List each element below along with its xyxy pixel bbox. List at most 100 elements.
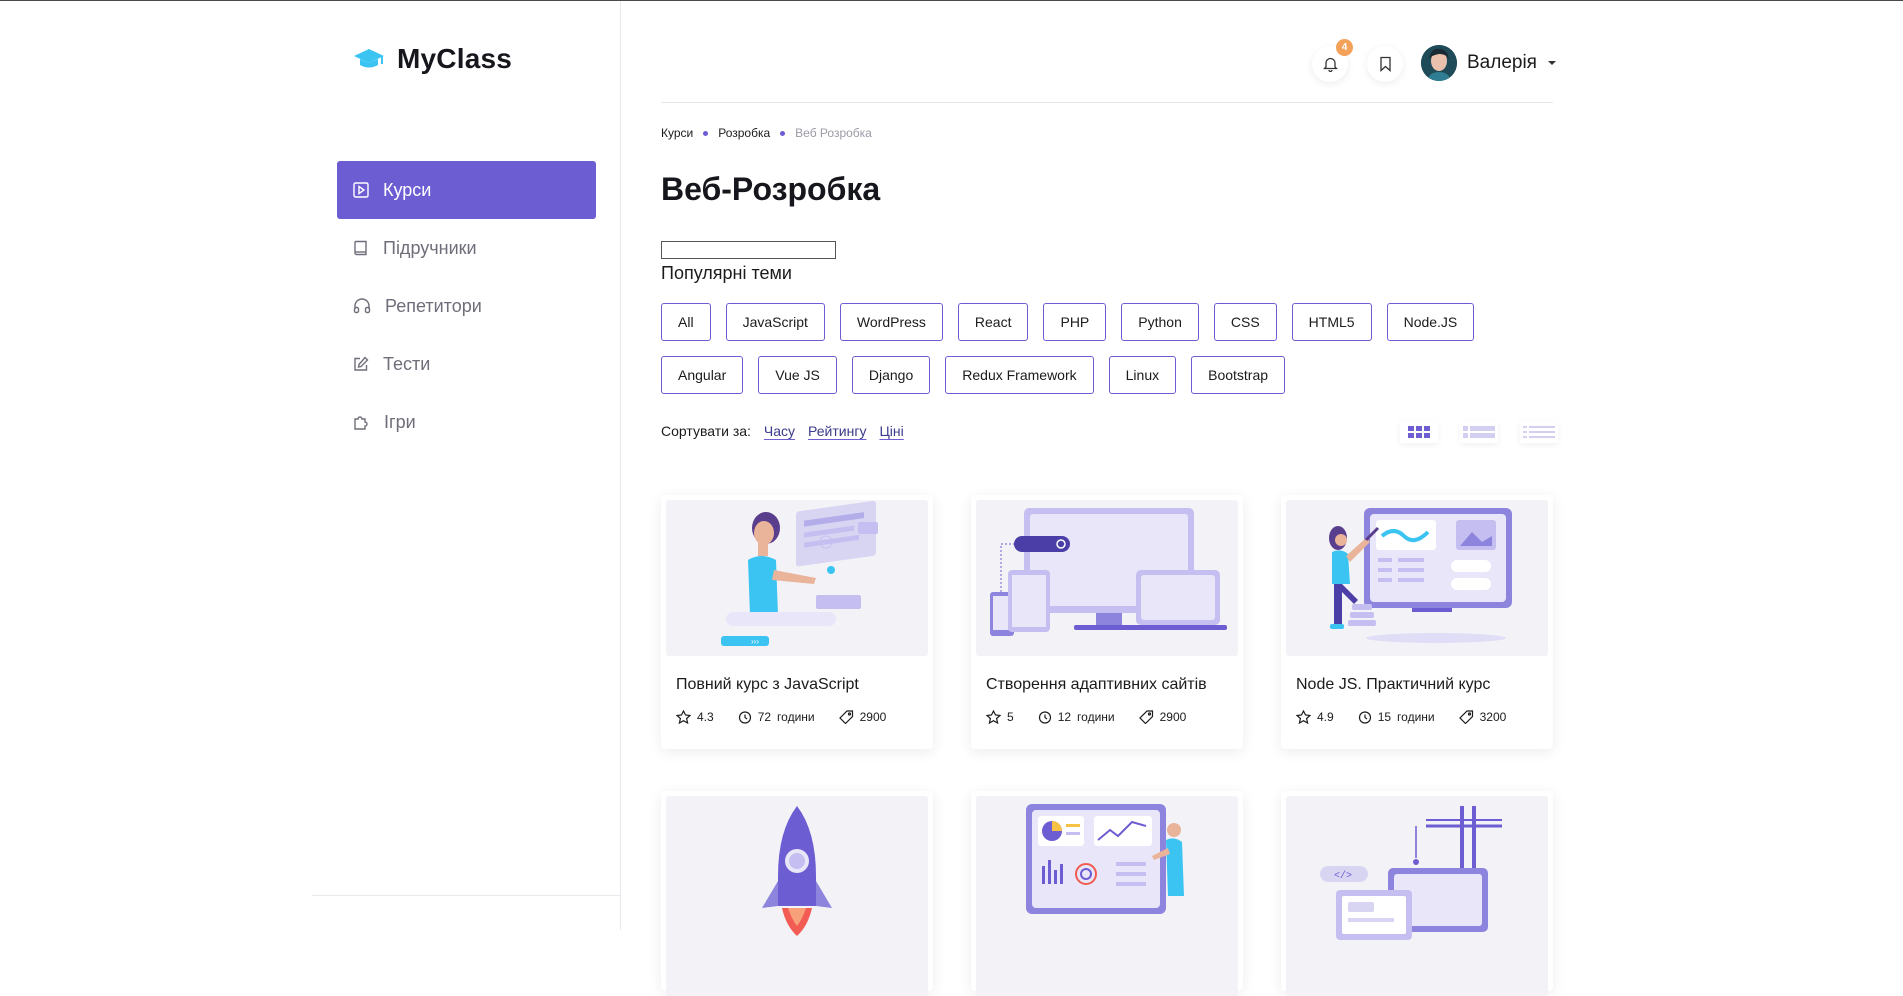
course-hours-label: години bbox=[1397, 710, 1435, 724]
sort-by-time[interactable]: Часу bbox=[764, 423, 795, 439]
course-meta: 4.9 15 години 3200 bbox=[1296, 710, 1553, 724]
topic-tags: All JavaScript WordPress React PHP Pytho… bbox=[661, 303, 1561, 409]
tag-html5[interactable]: HTML5 bbox=[1291, 303, 1372, 341]
course-card[interactable] bbox=[971, 791, 1243, 996]
svg-text:›››: ››› bbox=[751, 637, 759, 646]
tag-redux[interactable]: Redux Framework bbox=[945, 356, 1094, 394]
timer-icon bbox=[1358, 711, 1371, 724]
course-hours-label: години bbox=[777, 710, 815, 724]
tag-angular[interactable]: Angular bbox=[661, 356, 744, 394]
breadcrumb-development[interactable]: Розробка bbox=[718, 126, 770, 140]
course-card[interactable] bbox=[661, 791, 933, 996]
tag-vuejs[interactable]: Vue JS bbox=[758, 356, 837, 394]
list-view-button[interactable] bbox=[1460, 421, 1498, 443]
breadcrumb-separator bbox=[703, 130, 709, 136]
sidebar-item-label: Репетитори bbox=[385, 295, 482, 316]
top-header: 4 Валерія bbox=[661, 1, 1556, 103]
tag-wordpress[interactable]: WordPress bbox=[839, 303, 943, 341]
sidebar-item-label: Підручники bbox=[383, 237, 477, 258]
course-rating: 4.9 bbox=[1317, 710, 1334, 724]
timer-icon bbox=[1038, 711, 1051, 724]
sidebar-item-textbooks[interactable]: Підручники bbox=[337, 219, 596, 277]
svg-text:</>: </> bbox=[1334, 870, 1352, 882]
grid-view-button[interactable] bbox=[1400, 421, 1438, 443]
popular-topics-title: Популярні теми bbox=[661, 263, 792, 283]
sort-label: Сортувати за: bbox=[661, 423, 751, 439]
bookmarks-button[interactable] bbox=[1367, 46, 1403, 82]
course-rating: 5 bbox=[1007, 710, 1014, 724]
course-illustration: ››› bbox=[666, 500, 928, 656]
course-meta: 5 12 години 2900 bbox=[986, 710, 1243, 724]
tag-bootstrap[interactable]: Bootstrap bbox=[1191, 356, 1286, 394]
star-icon bbox=[676, 710, 691, 724]
sidebar-divider bbox=[312, 895, 621, 896]
bookmark-icon bbox=[1379, 56, 1391, 72]
user-menu[interactable]: Валерія bbox=[1421, 45, 1557, 81]
course-price: 2900 bbox=[859, 710, 887, 724]
course-illustration bbox=[976, 796, 1238, 996]
course-title: Node JS. Практичний курс bbox=[1296, 676, 1491, 693]
course-illustration: </> bbox=[1286, 796, 1548, 996]
tag-python[interactable]: Python bbox=[1121, 303, 1199, 341]
course-card[interactable]: ››› Повний курс з JavaScript 4.3 72 годи… bbox=[661, 495, 933, 749]
course-card[interactable]: </> bbox=[1281, 791, 1553, 996]
sort-by-rating[interactable]: Рейтингу bbox=[808, 423, 866, 439]
price-tag-icon bbox=[1458, 710, 1473, 724]
star-icon bbox=[986, 710, 1001, 724]
page-title: Веб-Розробка bbox=[661, 171, 881, 207]
sidebar: MyClass Курси Підручники Репетитори Тест… bbox=[0, 1, 621, 930]
compact-list-view-button[interactable] bbox=[1520, 421, 1558, 443]
star-icon bbox=[1296, 710, 1311, 724]
tag-linux[interactable]: Linux bbox=[1108, 356, 1177, 394]
breadcrumb: Курси Розробка Веб Розробка bbox=[661, 126, 872, 140]
course-title: Повний курс з JavaScript bbox=[676, 676, 859, 693]
course-meta: 4.3 72 години 2900 bbox=[676, 710, 933, 724]
tag-javascript[interactable]: JavaScript bbox=[725, 303, 825, 341]
avatar bbox=[1421, 45, 1457, 81]
book-icon bbox=[354, 240, 367, 256]
course-illustration bbox=[976, 500, 1238, 656]
puzzle-icon bbox=[354, 416, 368, 430]
list-icon bbox=[1463, 426, 1495, 438]
chevron-down-icon bbox=[1547, 61, 1556, 65]
sort-by-price[interactable]: Ціні bbox=[879, 423, 903, 439]
course-title: Створення адаптивних сайтів bbox=[986, 676, 1207, 693]
breadcrumb-current: Веб Розробка bbox=[795, 126, 872, 140]
sidebar-item-tests[interactable]: Тести bbox=[337, 335, 596, 393]
headphones-icon bbox=[353, 298, 371, 314]
sidebar-item-label: Ігри bbox=[384, 411, 416, 432]
sidebar-item-games[interactable]: Ігри bbox=[337, 393, 596, 451]
course-card[interactable]: Створення адаптивних сайтів 5 12 години … bbox=[971, 495, 1243, 749]
logo[interactable]: MyClass bbox=[353, 43, 512, 75]
sidebar-item-tutors[interactable]: Репетитори bbox=[337, 277, 596, 335]
grid-icon bbox=[1408, 426, 1430, 438]
sidebar-item-courses[interactable]: Курси bbox=[337, 161, 596, 219]
edit-icon bbox=[354, 356, 369, 371]
notifications-badge: 4 bbox=[1336, 39, 1353, 56]
play-square-icon bbox=[353, 182, 369, 198]
search-input[interactable] bbox=[661, 241, 836, 259]
price-tag-icon bbox=[838, 710, 853, 724]
tag-django[interactable]: Django bbox=[851, 356, 931, 394]
view-toggle bbox=[1400, 421, 1558, 443]
tag-php[interactable]: PHP bbox=[1043, 303, 1107, 341]
tag-react[interactable]: React bbox=[957, 303, 1029, 341]
course-illustration bbox=[1286, 500, 1548, 656]
course-illustration bbox=[666, 796, 928, 996]
breadcrumb-courses[interactable]: Курси bbox=[661, 126, 693, 140]
sidebar-item-label: Курси bbox=[383, 179, 432, 200]
tag-all[interactable]: All bbox=[661, 303, 711, 341]
timer-icon bbox=[738, 711, 751, 724]
bell-icon bbox=[1322, 57, 1338, 72]
course-card[interactable]: Node JS. Практичний курс 4.9 15 години 3… bbox=[1281, 495, 1553, 749]
sort-bar: Сортувати за: Часу Рейтингу Ціні bbox=[661, 423, 904, 439]
notifications-button[interactable]: 4 bbox=[1312, 39, 1353, 82]
course-hours: 12 bbox=[1057, 710, 1072, 724]
tag-nodejs[interactable]: Node.JS bbox=[1386, 303, 1475, 341]
user-name: Валерія bbox=[1467, 52, 1537, 73]
graduation-cap-icon bbox=[354, 49, 384, 68]
course-price: 2900 bbox=[1159, 710, 1187, 724]
compact-list-icon bbox=[1523, 426, 1555, 438]
course-hours-label: години bbox=[1077, 710, 1115, 724]
tag-css[interactable]: CSS bbox=[1213, 303, 1277, 341]
